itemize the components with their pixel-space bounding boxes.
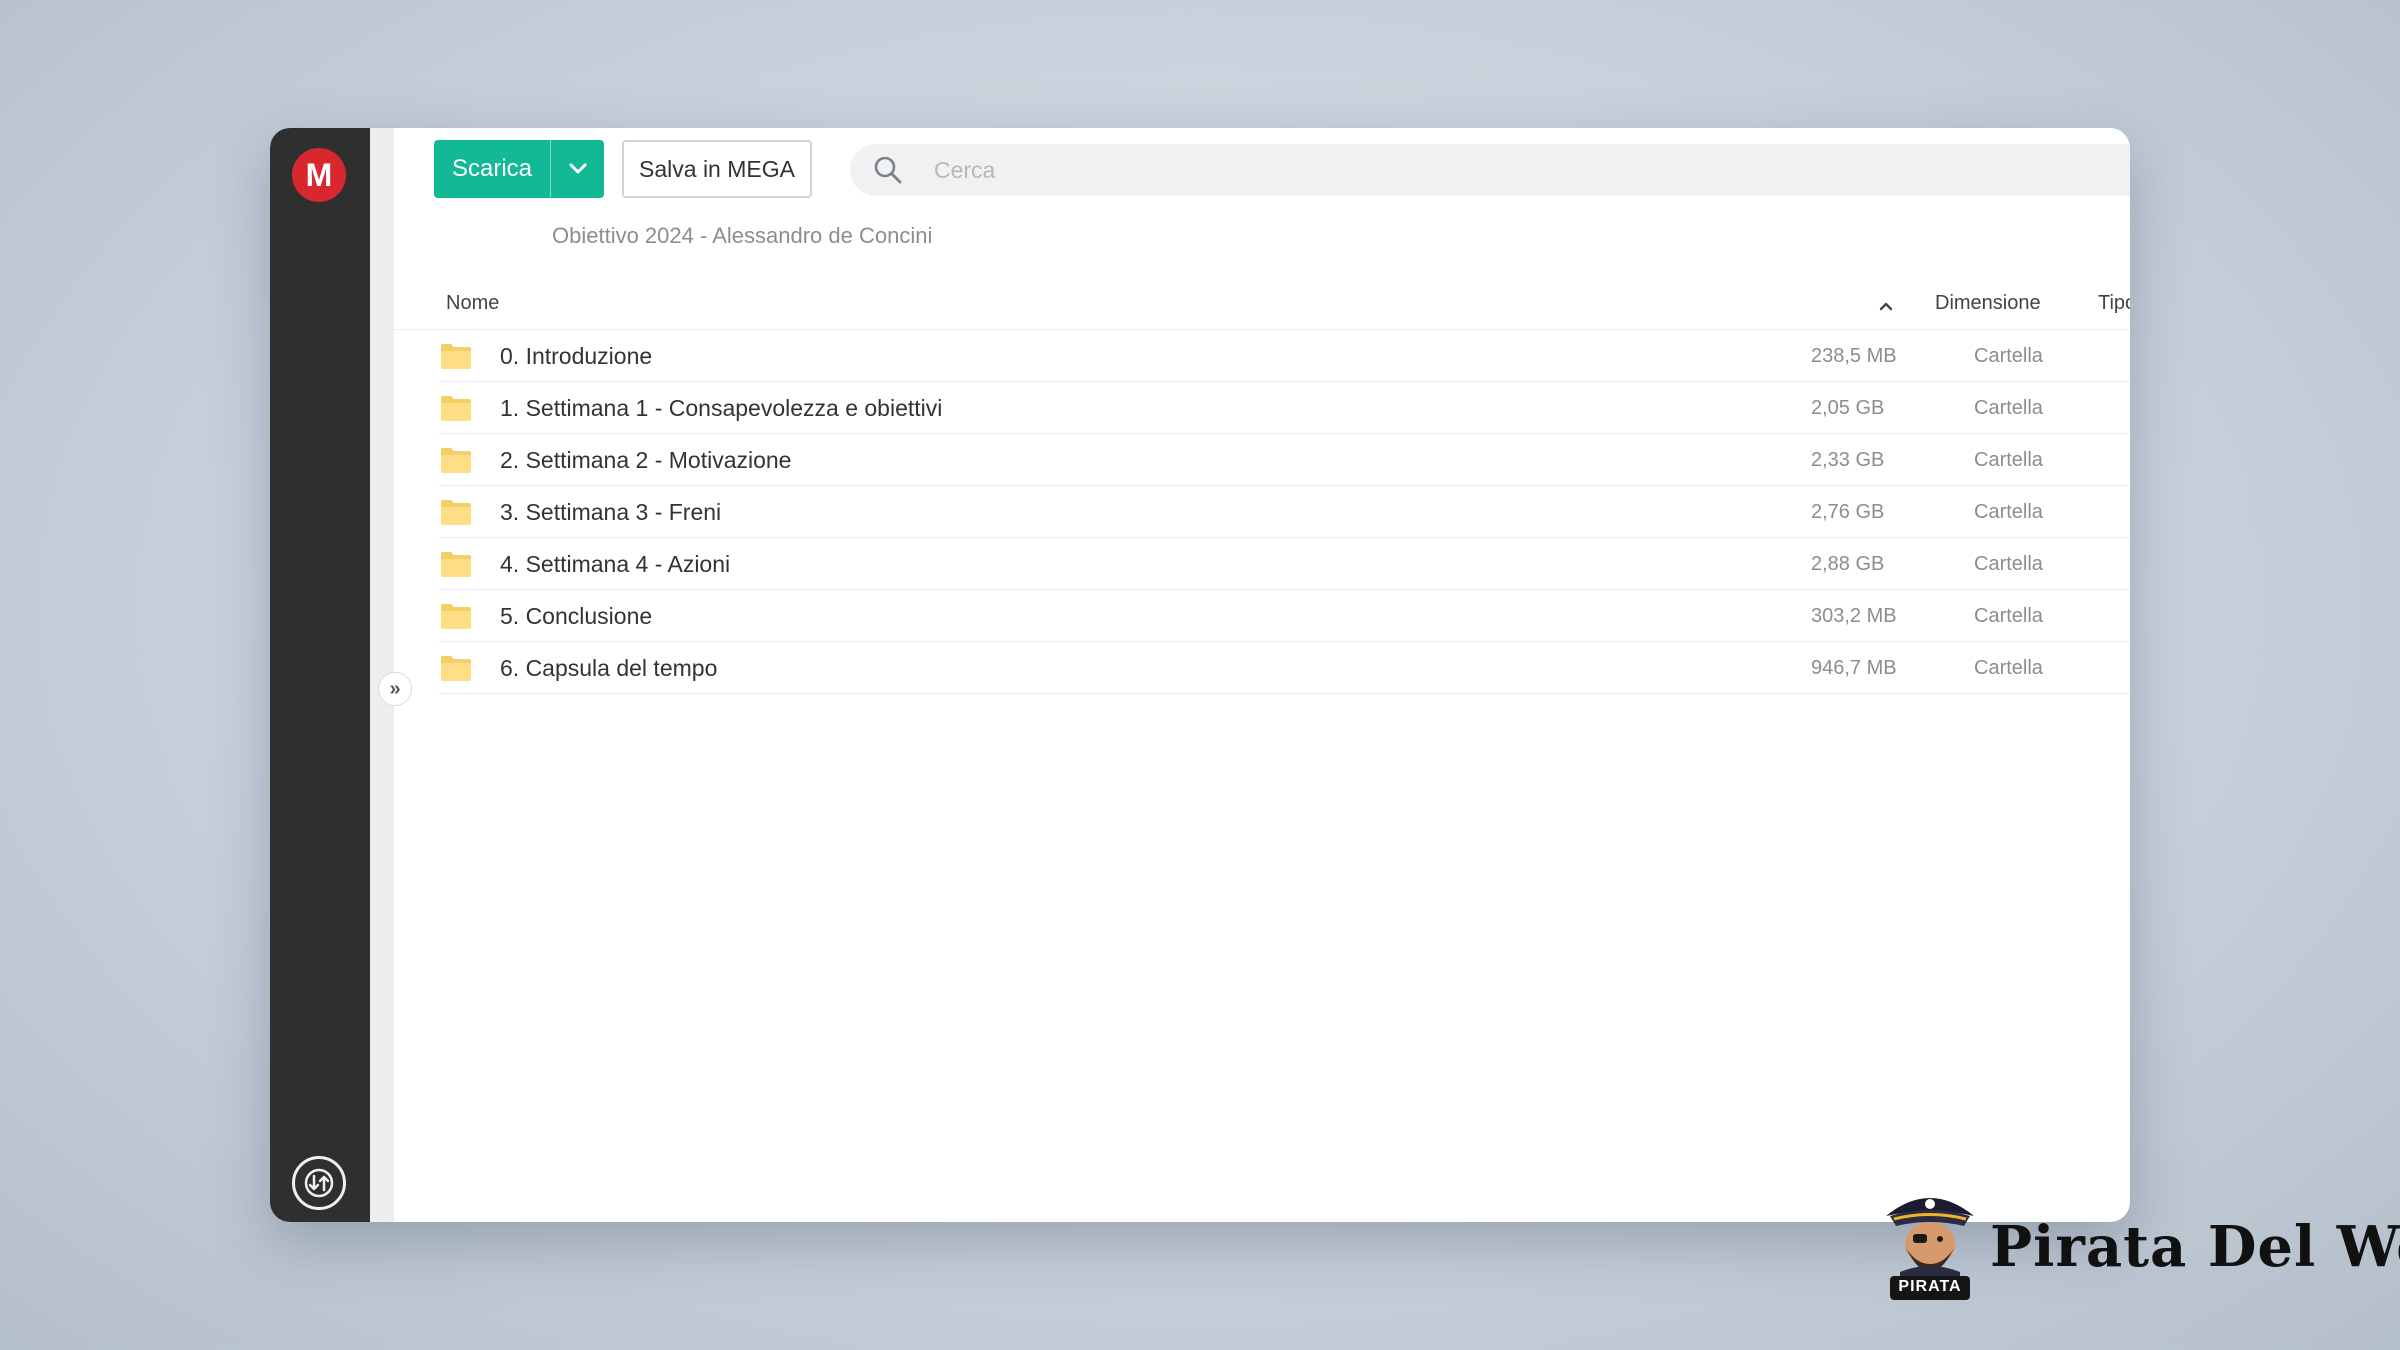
folder-icon [441, 500, 471, 525]
row-size: 2,05 GB [1811, 397, 1885, 419]
download-options-dropdown[interactable] [550, 140, 604, 198]
row-size: 2,76 GB [1811, 501, 1885, 523]
table-header: Nome Dimensione Tipo [394, 276, 2130, 330]
search-input[interactable] [934, 156, 1734, 184]
row-size: 303,2 MB [1811, 605, 1897, 627]
row-size: 2,88 GB [1811, 553, 1885, 575]
column-header-name[interactable]: Nome [446, 292, 499, 315]
folder-icon [441, 604, 471, 629]
table-row[interactable]: 5. Conclusione 303,2 MB Cartella [438, 590, 2130, 642]
sidebar: M [270, 128, 370, 1222]
row-name: 2. Settimana 2 - Motivazione [500, 447, 792, 473]
folder-icon [441, 656, 471, 681]
table-row[interactable]: 2. Settimana 2 - Motivazione 2,33 GB Car… [438, 434, 2130, 486]
file-list: 0. Introduzione 238,5 MB Cartella 1. Set… [394, 330, 2130, 694]
row-name: 5. Conclusione [500, 603, 653, 629]
row-size: 2,33 GB [1811, 449, 1885, 471]
download-button[interactable]: Scarica [434, 140, 604, 198]
row-type: Cartella [1974, 397, 2043, 419]
table-row[interactable]: 4. Settimana 4 - Azioni 2,88 GB Cartella [438, 538, 2130, 590]
search-bar [850, 144, 2130, 196]
table-row[interactable]: 6. Capsula del tempo 946,7 MB Cartella [438, 642, 2130, 694]
transfer-manager-icon[interactable] [292, 1156, 346, 1210]
folder-icon [441, 344, 471, 369]
brand-name: Pirata Del Web [1990, 1214, 2400, 1280]
row-type: Cartella [1974, 605, 2043, 627]
row-name: 1. Settimana 1 - Consapevolezza e obiett… [500, 395, 943, 421]
download-button-label: Scarica [451, 155, 533, 182]
row-name: 6. Capsula del tempo [500, 655, 718, 681]
column-header-type[interactable]: Tipo [2098, 292, 2130, 315]
breadcrumb[interactable]: Obiettivo 2024 - Alessandro de Concini [552, 223, 932, 249]
row-name: 3. Settimana 3 - Freni [500, 499, 722, 525]
folder-icon [441, 396, 471, 421]
search-icon [874, 156, 902, 184]
row-type: Cartella [1974, 501, 2043, 523]
sort-ascending-icon[interactable] [1878, 295, 1894, 318]
table-row[interactable]: 1. Settimana 1 - Consapevolezza e obiett… [438, 382, 2130, 434]
row-type: Cartella [1974, 449, 2043, 471]
row-size: 238,5 MB [1811, 345, 1897, 367]
row-size: 946,7 MB [1811, 657, 1897, 679]
row-name: 0. Introduzione [500, 343, 653, 369]
folder-icon [441, 552, 471, 577]
row-type: Cartella [1974, 657, 2043, 679]
mascot-label: PIRATA [1898, 1278, 1962, 1295]
mega-logo[interactable]: M [292, 148, 346, 202]
table-row[interactable]: 3. Settimana 3 - Freni 2,76 GB Cartella [438, 486, 2130, 538]
chevron-down-icon [569, 163, 586, 174]
row-name: 4. Settimana 4 - Azioni [500, 551, 731, 577]
folder-icon [441, 448, 471, 473]
column-header-size[interactable]: Dimensione [1935, 292, 2041, 315]
table-row[interactable]: 0. Introduzione 238,5 MB Cartella [438, 330, 2130, 382]
brand-watermark: PIRATA Pirata Del Web [1880, 1186, 2400, 1304]
save-to-mega-button[interactable]: Salva in MEGA [622, 140, 812, 198]
mega-window: M » Scarica Salva in MEGA Obie [270, 128, 2130, 1222]
row-type: Cartella [1974, 553, 2043, 575]
row-type: Cartella [1974, 345, 2043, 367]
